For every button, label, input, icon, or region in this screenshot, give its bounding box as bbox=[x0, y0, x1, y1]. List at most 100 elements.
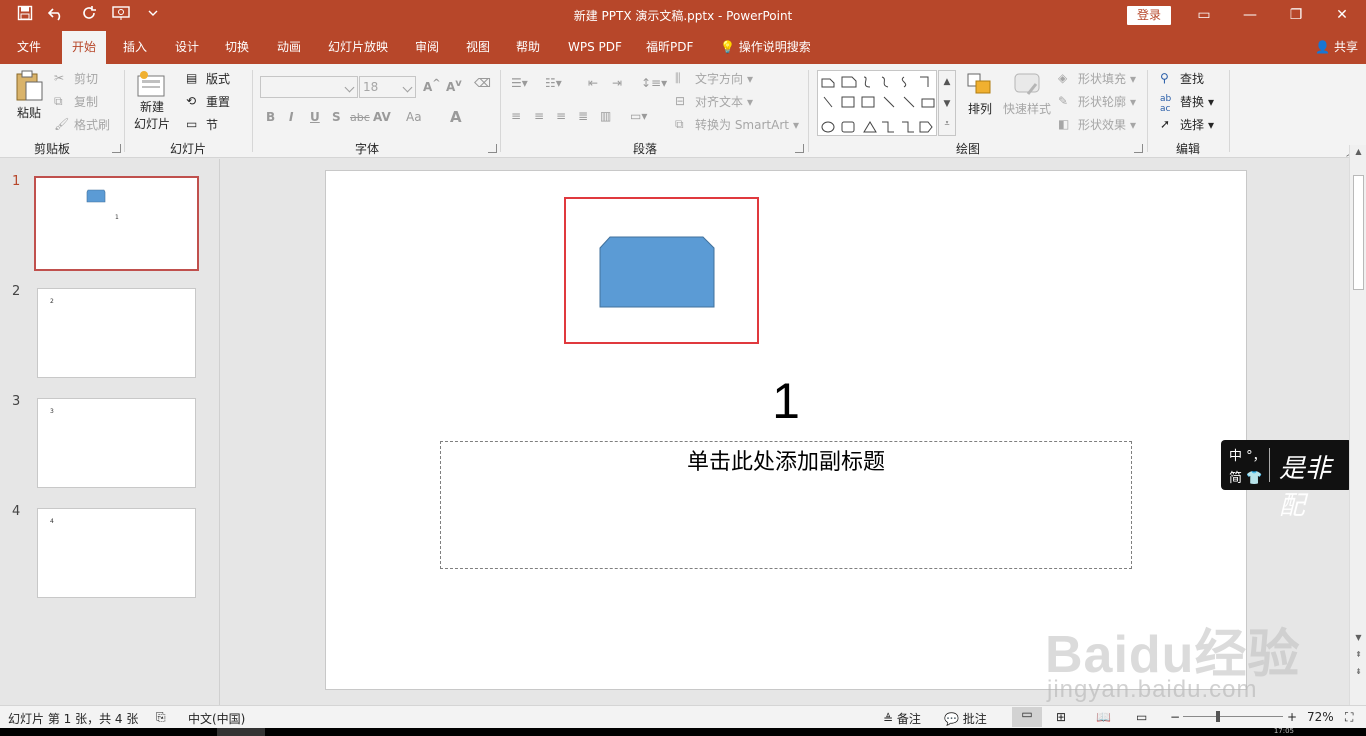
tab-insert[interactable]: 插入 bbox=[123, 31, 147, 64]
font-color-button[interactable]: A bbox=[450, 108, 462, 126]
share-button[interactable]: 👤 共享 bbox=[1315, 31, 1358, 64]
restore-icon[interactable]: ❐ bbox=[1273, 0, 1319, 31]
char-spacing-button[interactable]: AV bbox=[373, 110, 391, 124]
bold-button[interactable]: B bbox=[266, 110, 275, 124]
chevron-up-icon[interactable]: ▲ bbox=[939, 71, 955, 93]
numbering-button[interactable]: ☷▾ bbox=[545, 76, 562, 90]
layout-button[interactable]: ▤ 版式 bbox=[186, 70, 230, 87]
grow-font-button[interactable]: A^ bbox=[423, 78, 441, 94]
line-spacing-button[interactable]: ↕≡▾ bbox=[641, 76, 667, 90]
zoom-slider-thumb[interactable] bbox=[1216, 711, 1220, 722]
vertical-scrollbar[interactable]: ▲ ▼ ⇞ ⇟ bbox=[1349, 145, 1366, 705]
drawing-launcher-icon[interactable] bbox=[1134, 144, 1143, 153]
ribbon-display-icon[interactable]: ▭ bbox=[1181, 0, 1227, 31]
shapes-gallery-scroll[interactable]: ▲ ▼ ⩡ bbox=[938, 70, 956, 136]
tab-help[interactable]: 帮助 bbox=[516, 31, 540, 64]
scrollbar-thumb[interactable] bbox=[1353, 175, 1364, 290]
tab-slideshow[interactable]: 幻灯片放映 bbox=[328, 31, 388, 64]
tab-design[interactable]: 设计 bbox=[175, 31, 199, 64]
change-case-button[interactable]: Aa bbox=[406, 110, 422, 124]
slide-thumbnail-4[interactable]: 4 bbox=[37, 508, 196, 598]
font-launcher-icon[interactable] bbox=[488, 144, 497, 153]
distributed-button[interactable]: ▥ bbox=[600, 109, 611, 123]
snipped-rectangle-shape[interactable] bbox=[599, 236, 715, 308]
login-button[interactable]: 登录 bbox=[1127, 6, 1171, 25]
scroll-up-icon[interactable]: ▲ bbox=[1350, 147, 1366, 156]
cut-button[interactable]: ✂ 剪切 bbox=[54, 70, 98, 87]
align-text-button[interactable]: ⊟ 对齐文本 ▾ bbox=[675, 93, 753, 110]
spell-check-icon[interactable]: ⎘ bbox=[156, 710, 166, 725]
previous-slide-icon[interactable]: ⇞ bbox=[1350, 650, 1366, 659]
text-direction-button[interactable]: ⫼ 文字方向 ▾ bbox=[675, 70, 753, 87]
shape-outline-button[interactable]: ✎ 形状轮廓 ▾ bbox=[1058, 93, 1136, 110]
slide-thumbnail-2[interactable]: 2 bbox=[37, 288, 196, 378]
format-painter-button[interactable]: 🖌 格式刷 bbox=[54, 116, 110, 133]
smartart-button[interactable]: ⧉ 转换为 SmartArt ▾ bbox=[675, 116, 799, 133]
reading-view-button[interactable]: 📖 bbox=[1096, 710, 1111, 724]
language-status[interactable]: 中文(中国) bbox=[188, 710, 245, 727]
bullets-button[interactable]: ☰▾ bbox=[511, 76, 528, 90]
zoom-slider[interactable] bbox=[1183, 716, 1283, 717]
tab-transitions[interactable]: 切换 bbox=[225, 31, 249, 64]
reset-button[interactable]: ⟲ 重置 bbox=[186, 93, 230, 110]
new-slide-button[interactable]: 新建 幻灯片 bbox=[134, 70, 170, 132]
align-left-button[interactable]: ≡ bbox=[511, 109, 521, 123]
chevron-down-icon[interactable]: ▼ bbox=[939, 93, 955, 115]
shape-fill-button[interactable]: ◈ 形状填充 ▾ bbox=[1058, 70, 1136, 87]
paste-button[interactable]: 粘贴 bbox=[14, 70, 44, 121]
notes-button[interactable]: ≜ 备注 bbox=[883, 710, 921, 727]
columns-button[interactable]: ▭▾ bbox=[630, 109, 647, 123]
taskbar-active-item[interactable] bbox=[217, 728, 265, 736]
copy-button[interactable]: ⧉ 复制 bbox=[54, 93, 98, 110]
select-button[interactable]: ➚ 选择 ▾ bbox=[1160, 116, 1214, 133]
minimize-icon[interactable]: — bbox=[1227, 0, 1273, 31]
tab-home[interactable]: 开始 bbox=[62, 31, 107, 64]
replace-button[interactable]: ab ac 替换 ▾ bbox=[1160, 93, 1214, 114]
tab-foxit-pdf[interactable]: 福昕PDF bbox=[646, 31, 693, 64]
subtitle-placeholder[interactable]: 单击此处添加副标题 bbox=[440, 441, 1132, 569]
paragraph-launcher-icon[interactable] bbox=[795, 144, 804, 153]
shadow-button[interactable]: S bbox=[332, 110, 341, 124]
tab-view[interactable]: 视图 bbox=[466, 31, 490, 64]
slide-title[interactable]: 1 bbox=[686, 372, 886, 430]
zoom-in-button[interactable]: + bbox=[1287, 710, 1297, 724]
shapes-gallery[interactable] bbox=[817, 70, 937, 136]
normal-view-button[interactable]: ▭ bbox=[1012, 707, 1042, 727]
justify-button[interactable]: ≣ bbox=[578, 109, 588, 123]
decrease-indent-button[interactable]: ⇤ bbox=[588, 76, 598, 90]
increase-indent-button[interactable]: ⇥ bbox=[612, 76, 622, 90]
slide-thumbnail-1[interactable]: 1 bbox=[34, 176, 199, 271]
tab-wps-pdf[interactable]: WPS PDF bbox=[568, 31, 622, 64]
align-right-button[interactable]: ≡ bbox=[556, 109, 566, 123]
slide-sorter-button[interactable]: ⊞ bbox=[1056, 710, 1066, 724]
font-name-combo[interactable] bbox=[260, 76, 358, 98]
next-slide-icon[interactable]: ⇟ bbox=[1350, 667, 1366, 676]
find-button[interactable]: ⚲ 查找 bbox=[1160, 70, 1204, 87]
section-button[interactable]: ▭ 节 bbox=[186, 116, 218, 133]
more-shapes-icon[interactable]: ⩡ bbox=[939, 115, 955, 133]
chevron-down-icon: ▾ bbox=[1130, 71, 1137, 86]
strikethrough-button[interactable]: abc bbox=[350, 111, 370, 124]
comments-button[interactable]: 💬 批注 bbox=[944, 710, 987, 727]
underline-button[interactable]: U bbox=[310, 110, 320, 124]
zoom-out-button[interactable]: − bbox=[1170, 710, 1180, 724]
align-center-button[interactable]: ≡ bbox=[534, 109, 544, 123]
clipboard-launcher-icon[interactable] bbox=[112, 144, 121, 153]
font-size-combo[interactable]: 18 bbox=[359, 76, 416, 98]
scroll-down-icon[interactable]: ▼ bbox=[1350, 633, 1366, 642]
zoom-level[interactable]: 72% bbox=[1307, 710, 1334, 724]
slide-thumbnail-3[interactable]: 3 bbox=[37, 398, 196, 488]
clear-format-button[interactable]: ⌫ bbox=[474, 76, 491, 90]
arrange-button[interactable]: 排列 bbox=[966, 72, 994, 117]
slideshow-button[interactable]: ▭ bbox=[1136, 710, 1147, 724]
tab-review[interactable]: 审阅 bbox=[415, 31, 439, 64]
italic-button[interactable]: I bbox=[289, 110, 293, 124]
tab-file[interactable]: 文件 bbox=[17, 31, 41, 64]
tab-animations[interactable]: 动画 bbox=[277, 31, 301, 64]
fit-to-window-icon[interactable]: ⛶ bbox=[1345, 710, 1353, 725]
tell-me-search[interactable]: 💡 操作说明搜索 bbox=[720, 31, 811, 64]
quick-styles-button[interactable]: 快速样式 bbox=[1003, 72, 1051, 117]
shrink-font-button[interactable]: Av bbox=[446, 78, 462, 94]
close-icon[interactable]: ✕ bbox=[1319, 0, 1365, 31]
shape-effects-button[interactable]: ◧ 形状效果 ▾ bbox=[1058, 116, 1136, 133]
